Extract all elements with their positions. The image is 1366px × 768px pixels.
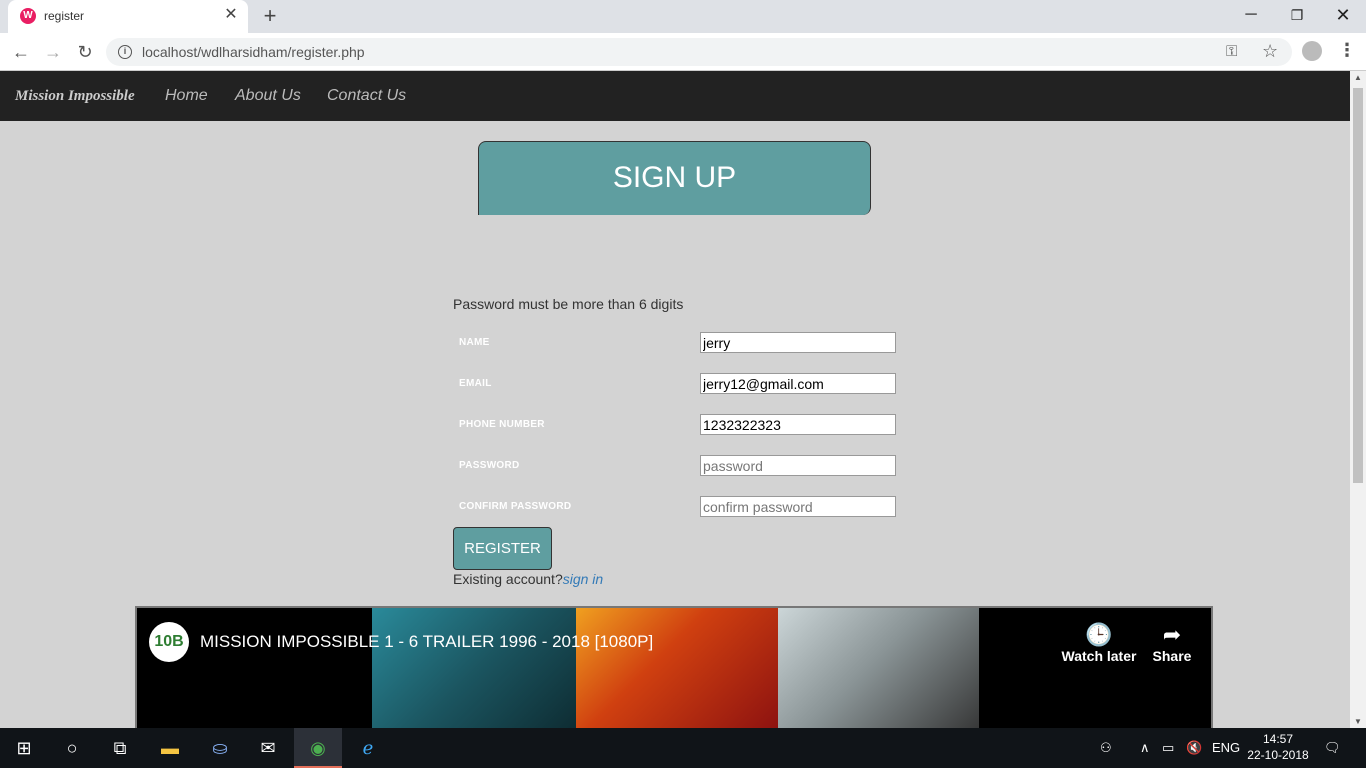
video-thumbnail-3 [778, 608, 979, 728]
password-label: PASSWORD [459, 460, 520, 471]
scroll-thumb[interactable] [1353, 88, 1363, 483]
phone-label: PHONE NUMBER [459, 419, 545, 430]
store-bag-icon[interactable]: ⛀ [196, 728, 244, 768]
clock-date: 22-10-2018 [1247, 748, 1309, 762]
scroll-down-arrow-icon[interactable]: ▼ [1350, 717, 1366, 726]
file-explorer-icon[interactable]: ▬ [146, 728, 194, 768]
mail-envelope-icon[interactable]: ✉ [244, 728, 292, 768]
page-scrollbar[interactable]: ▲ ▼ [1350, 71, 1366, 728]
wamp-favicon-icon: W [20, 8, 36, 24]
chrome-icon[interactable]: ◉ [294, 728, 342, 768]
site-brand[interactable]: Mission Impossible [15, 88, 135, 105]
video-title[interactable]: MISSION IMPOSSIBLE 1 - 6 TRAILER 1996 - … [200, 632, 653, 652]
system-clock[interactable]: 14:57 22-10-2018 [1246, 731, 1310, 763]
sign-in-link[interactable]: sign in [563, 571, 603, 587]
key-icon[interactable]: ⚿ [1226, 43, 1237, 60]
password-field[interactable] [700, 455, 896, 476]
video-embed[interactable]: 10B MISSION IMPOSSIBLE 1 - 6 TRAILER 199… [135, 606, 1213, 728]
url-text[interactable]: localhost/wdlharsidham/register.php [142, 44, 365, 60]
browser-tab[interactable]: W register ✕ [8, 0, 248, 33]
info-icon[interactable]: i [118, 45, 132, 59]
existing-account-label: Existing account? [453, 571, 563, 587]
windows-start-icon[interactable]: ⊞ [0, 728, 48, 768]
window-restore-button[interactable]: ❐ [1274, 0, 1320, 33]
name-label: NAME [459, 337, 490, 348]
video-thumbnail-1 [372, 608, 576, 728]
signup-header-box: SIGN UP [478, 141, 871, 215]
phone-field[interactable] [700, 414, 896, 435]
email-label: EMAIL [459, 378, 492, 389]
share-label: Share [1152, 648, 1192, 664]
page-viewport: Mission Impossible Home About Us Contact… [0, 71, 1350, 728]
nav-home-link[interactable]: Home [165, 87, 208, 105]
search-circle-icon[interactable]: ○ [48, 728, 96, 768]
nav-contact-link[interactable]: Contact Us [327, 87, 406, 105]
window-minimize-button[interactable]: ─ [1228, 0, 1274, 33]
tab-title: register [44, 9, 85, 23]
register-button[interactable]: REGISTER [453, 527, 552, 570]
browser-tab-strip: W register ✕ + ─ ❐ ✕ [0, 0, 1366, 33]
share-button[interactable]: ➦ Share [1149, 622, 1195, 666]
forward-arrow-icon[interactable]: → [42, 41, 64, 63]
password-note: Password must be more than 6 digits [453, 296, 684, 312]
language-indicator[interactable]: ENG [1212, 728, 1240, 768]
task-view-icon[interactable]: ⧉ [96, 728, 144, 768]
clock-time: 14:57 [1262, 732, 1294, 746]
video-thumbnail-2 [576, 608, 778, 728]
confirm-password-field[interactable] [700, 496, 896, 517]
bookmark-star-icon[interactable]: ☆ [1262, 41, 1278, 62]
browser-toolbar: ← → ↻ i localhost/wdlharsidham/register.… [0, 33, 1366, 71]
nav-about-link[interactable]: About Us [235, 87, 301, 105]
network-icon[interactable]: ▭ [1162, 728, 1174, 768]
reload-icon[interactable]: ↻ [74, 41, 96, 63]
volume-muted-icon[interactable]: 🔇 [1186, 728, 1202, 768]
watch-later-button[interactable]: 🕒 Watch later [1061, 622, 1137, 666]
existing-account-text: Existing account?sign in [453, 571, 603, 587]
scroll-up-arrow-icon[interactable]: ▲ [1350, 73, 1366, 82]
watch-later-label: Watch later [1061, 648, 1137, 664]
browser-menu-icon[interactable]: ⋮ [1338, 40, 1356, 61]
people-icon[interactable]: ⚇ [1100, 728, 1112, 768]
confirm-password-label: CONFIRM PASSWORD [459, 501, 572, 512]
name-field[interactable] [700, 332, 896, 353]
page-title: SIGN UP [612, 161, 737, 194]
email-field[interactable] [700, 373, 896, 394]
new-tab-button[interactable]: + [258, 5, 282, 29]
share-arrow-icon: ➦ [1162, 622, 1182, 647]
internet-explorer-icon[interactable]: ℯ [344, 728, 392, 768]
clock-icon: 🕒 [1085, 622, 1113, 647]
back-arrow-icon[interactable]: ← [10, 41, 32, 63]
show-hidden-icons-chevron-icon[interactable]: ∧ [1140, 728, 1150, 768]
notifications-icon[interactable]: 🗨 [1324, 728, 1341, 768]
tab-close-icon[interactable]: ✕ [222, 6, 240, 24]
window-close-button[interactable]: ✕ [1320, 0, 1366, 33]
windows-taskbar: ⊞ ○ ⧉ ▬ ⛀ ✉ ◉ ℯ ⚇ ∧ ▭ 🔇 ENG 14:57 22-10-… [0, 728, 1366, 768]
address-bar[interactable]: i localhost/wdlharsidham/register.php ⚿ … [106, 38, 1292, 66]
site-navbar: Mission Impossible Home About Us Contact… [0, 71, 1350, 121]
channel-logo[interactable]: 10B [149, 622, 189, 662]
profile-avatar-icon[interactable] [1302, 41, 1322, 61]
